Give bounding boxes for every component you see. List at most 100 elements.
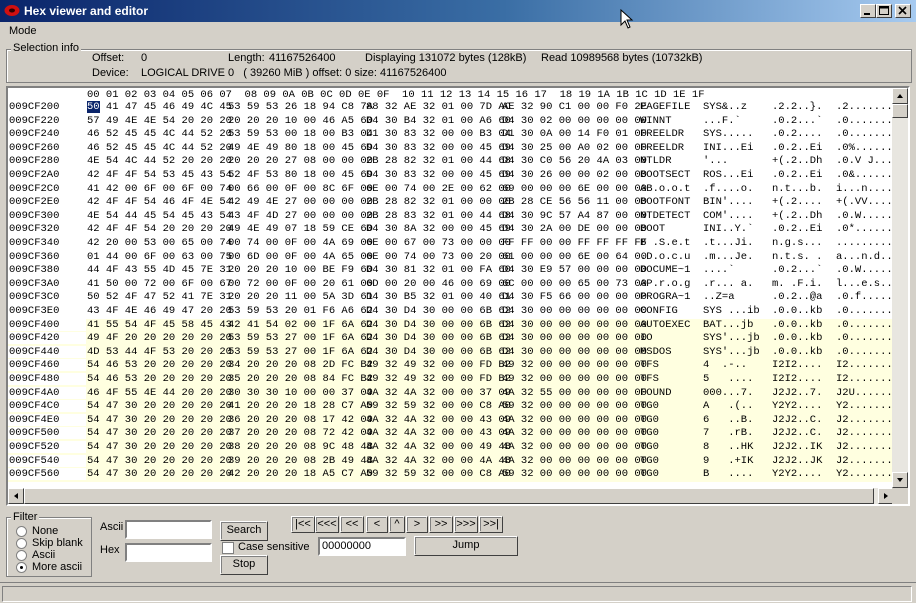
ascii-text[interactable]: SYS&..z — [703, 101, 747, 113]
ascii-text[interactable]: .0........ — [836, 115, 899, 127]
hex-search-input[interactable] — [125, 543, 212, 562]
hex-bytes[interactable]: 49 32 49 32 00 00 FD B2 — [366, 359, 511, 371]
ascii-text[interactable]: .0.0..kb — [772, 332, 822, 344]
ascii-text[interactable]: .0.0..kb — [772, 319, 822, 331]
ascii-text[interactable]: ...F.` — [703, 115, 741, 127]
ascii-text[interactable]: BOOTSECT — [640, 169, 690, 181]
hex-bytes[interactable]: 53 59 53 00 18 00 B3 04 — [228, 128, 373, 140]
hex-bytes[interactable]: 00 66 00 0F 00 8C 6F 00 — [228, 183, 373, 195]
hex-bytes[interactable]: 35 20 20 20 08 84 FC B2 — [228, 373, 373, 385]
hex-bytes[interactable]: 4D 53 44 4F 53 20 20 20 — [87, 346, 232, 358]
hex-row[interactable]: 009CF4C0 54 47 30 20 20 20 20 20 41 20 20 … — [8, 400, 899, 414]
ascii-text[interactable]: SYS'...jb — [703, 332, 760, 344]
hex-bytes[interactable]: 42 20 20 20 18 A5 C7 A0 — [228, 468, 373, 480]
hex-bytes[interactable]: D4 30 00 00 00 00 00 00 — [502, 332, 647, 344]
ascii-text[interactable]: I2........ — [836, 359, 899, 371]
nav-back-small-button[interactable]: < — [366, 516, 388, 533]
hex-bytes[interactable]: D4 30 E9 57 00 00 00 00 — [502, 264, 647, 276]
hex-bytes[interactable]: 42 49 4E 27 00 00 00 00 — [228, 196, 373, 208]
hex-bytes[interactable]: 41 55 54 4F 45 58 45 43 — [87, 319, 232, 331]
stop-button[interactable]: Stop — [220, 555, 268, 575]
hex-bytes[interactable]: 38 20 20 20 08 9C 48 4B — [228, 441, 373, 453]
hex-row[interactable]: 009CF440 4D 53 44 4F 53 20 20 20 53 59 53 … — [8, 345, 899, 360]
hex-bytes[interactable]: 42 4F 4F 54 20 20 20 20 — [87, 223, 232, 235]
ascii-text[interactable]: BAT...jb — [703, 319, 753, 331]
hex-bytes[interactable]: 2B 28 CE 56 56 11 00 00 — [502, 196, 647, 208]
ascii-text[interactable]: .0.0..kb — [772, 346, 822, 358]
hex-bytes-rest[interactable]: 41 47 45 46 49 4C 45 — [100, 101, 232, 113]
nav-last-button[interactable]: >>| — [479, 516, 503, 533]
ascii-text[interactable]: ..Z=a — [703, 291, 735, 303]
hex-bytes[interactable]: D4 30 B4 32 01 00 A6 60 — [366, 115, 511, 127]
hex-row[interactable]: 009CF2E0 42 4F 4F 54 46 4F 4E 54 42 49 4E … — [8, 196, 899, 210]
ascii-text[interactable]: J2J2..7. — [772, 387, 822, 399]
hex-row[interactable]: 009CF400 41 55 54 4F 45 58 45 43 42 41 54 … — [8, 318, 899, 333]
scroll-left-button[interactable] — [8, 488, 24, 504]
hex-bytes[interactable]: 42 4F 4F 54 46 4F 4E 54 — [87, 196, 232, 208]
ascii-text[interactable]: Y2........ — [836, 400, 899, 412]
hex-bytes[interactable]: 46 52 45 45 4C 44 52 20 — [87, 128, 232, 140]
ascii-text[interactable]: n.t.s. . — [772, 251, 822, 263]
hex-row[interactable]: 009CF300 4E 54 44 45 54 45 43 54 43 4F 4D … — [8, 210, 899, 224]
horizontal-scrollbar[interactable] — [8, 488, 894, 504]
selected-byte[interactable]: 50 — [87, 101, 100, 113]
ascii-text[interactable]: 9 .+IK — [703, 455, 753, 467]
hex-bytes[interactable]: 54 47 30 20 20 20 20 20 — [87, 427, 232, 439]
hex-bytes[interactable]: 4A 32 55 00 00 00 00 00 — [502, 387, 647, 399]
ascii-text[interactable]: TG0 — [640, 414, 659, 426]
hex-bytes[interactable]: D4 30 25 00 A0 02 00 00 — [502, 142, 647, 154]
hex-bytes[interactable]: 49 4E 49 80 18 00 45 69 — [228, 142, 373, 154]
hex-bytes[interactable]: 49 4E 49 07 18 59 CE 60 — [228, 223, 373, 235]
ascii-text[interactable]: a...n.d... — [836, 251, 899, 263]
hex-bytes[interactable]: D4 30 2A 00 DE 00 00 00 — [502, 223, 647, 235]
hex-bytes[interactable]: 59 32 59 32 00 00 C8 A0 — [366, 468, 511, 480]
hex-bytes[interactable]: 57 49 4E 4E 54 20 20 20 — [87, 115, 232, 127]
ascii-text[interactable]: i...n..... — [836, 183, 899, 195]
hex-bytes[interactable]: 53 59 53 27 00 1F 6A 62 — [228, 346, 373, 358]
hex-bytes[interactable]: 20 20 20 27 08 00 00 00 — [228, 155, 373, 167]
ascii-text[interactable]: .0.2..Ei — [772, 169, 822, 181]
ascii-text[interactable]: TG0 — [640, 400, 659, 412]
ascii-text[interactable]: DOCUME~1 — [640, 264, 690, 276]
ascii-text[interactable]: 5 .... — [703, 373, 753, 385]
hex-bytes[interactable]: 01 44 00 6F 00 63 00 75 — [87, 251, 232, 263]
hex-row[interactable]: 009CF3E0 43 4F 4E 46 49 47 20 20 53 59 53 … — [8, 305, 899, 319]
ascii-text[interactable]: TG0 — [640, 427, 659, 439]
hex-bytes[interactable]: D4 30 D4 30 00 00 6B 62 — [366, 305, 511, 317]
ascii-text[interactable]: .0.2.... — [772, 128, 822, 140]
hex-row[interactable]: 009CF3A0 41 50 00 72 00 6F 00 67 00 72 00 … — [8, 278, 899, 292]
scroll-up-button[interactable] — [892, 88, 908, 104]
search-button[interactable]: Search — [220, 521, 268, 541]
hex-bytes[interactable]: 59 32 59 32 00 00 C8 A0 — [366, 400, 511, 412]
hex-bytes[interactable]: D4 30 C0 56 20 4A 03 00 — [502, 155, 647, 167]
ascii-text[interactable]: INI...Ei — [703, 142, 753, 154]
hex-bytes[interactable]: 54 47 30 20 20 20 20 20 — [87, 455, 232, 467]
ascii-text[interactable]: BIN'.... — [703, 196, 753, 208]
hex-bytes[interactable]: 88 32 AE 32 01 00 7D AC — [366, 101, 511, 113]
hex-bytes[interactable]: D4 30 00 00 00 00 00 00 — [502, 346, 647, 358]
ascii-text[interactable]: J2U....... — [836, 387, 899, 399]
nav-forward-big-button[interactable]: >>> — [454, 516, 478, 533]
hex-bytes[interactable]: D4 30 00 00 00 00 00 00 — [502, 305, 647, 317]
jump-offset-input[interactable]: 00000000 — [318, 537, 406, 556]
ascii-text[interactable]: J2........ — [836, 455, 899, 467]
ascii-text[interactable]: .m...Je. — [703, 251, 753, 263]
ascii-text[interactable]: .0........ — [836, 128, 899, 140]
hex-bytes[interactable]: 4A 32 00 00 00 00 00 00 — [502, 441, 647, 453]
hex-row[interactable]: 009CF500 54 47 30 20 20 20 20 20 37 20 20 … — [8, 427, 899, 441]
ascii-text[interactable]: m. .F.i. — [772, 278, 822, 290]
hex-row[interactable]: 009CF220 57 49 4E 4E 54 20 20 20 20 20 20 … — [8, 115, 899, 129]
ascii-text[interactable]: AB.o.o.t — [640, 183, 690, 195]
nav-back-medium-button[interactable]: << — [340, 516, 364, 533]
hex-bytes[interactable]: 6E 00 74 00 2E 00 62 00 — [366, 183, 511, 195]
hex-bytes[interactable]: 46 52 45 45 4C 44 52 20 — [87, 142, 232, 154]
ascii-text[interactable]: .0........ — [836, 332, 899, 344]
ascii-text[interactable]: 7 .rB. — [703, 427, 753, 439]
hex-bytes[interactable]: 53 59 53 26 18 94 C8 7A — [228, 101, 373, 113]
ascii-text[interactable]: .0.2..@a — [772, 291, 822, 303]
hex-row[interactable]: 009CF540 54 47 30 20 20 20 20 20 39 20 20 … — [8, 454, 899, 469]
ascii-text[interactable]: .D.o.c.u — [640, 251, 690, 263]
hex-bytes[interactable]: 34 20 20 20 08 2D FC B2 — [228, 359, 373, 371]
ascii-text[interactable]: J2........ — [836, 441, 899, 453]
hex-row[interactable]: 009CF280 4E 54 4C 44 52 20 20 20 20 20 20 … — [8, 155, 899, 169]
